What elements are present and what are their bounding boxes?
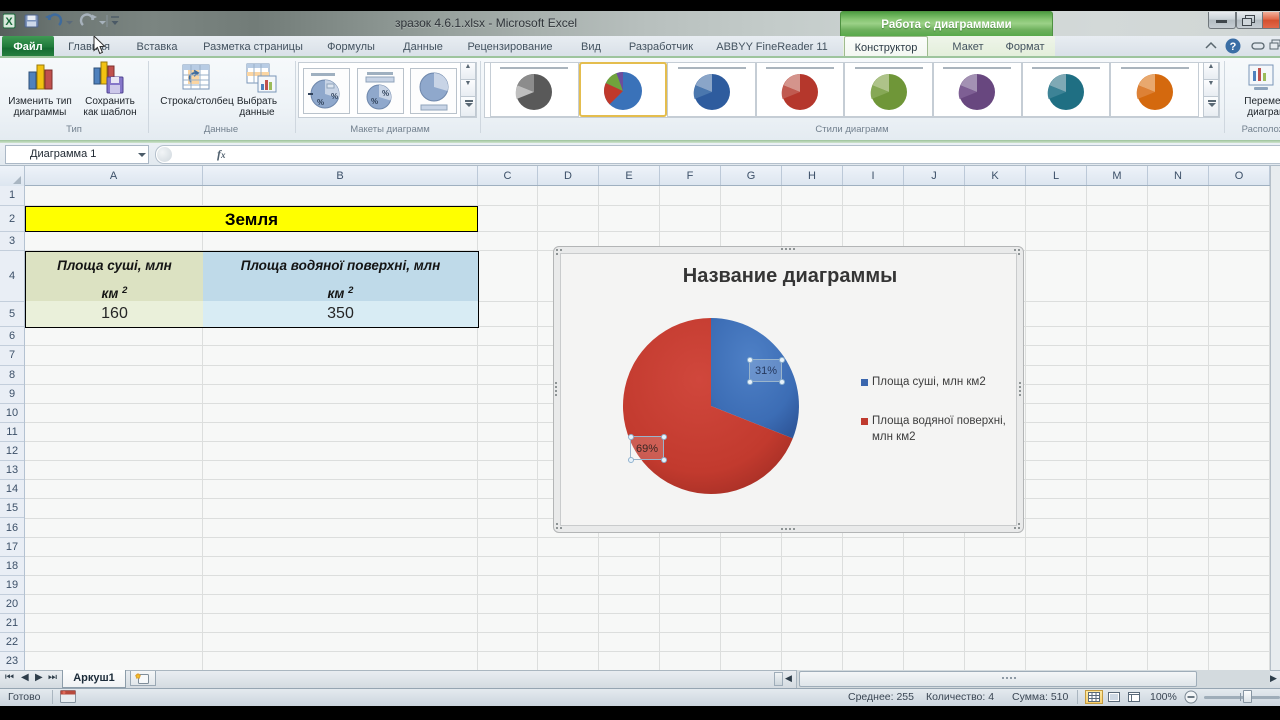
svg-text:%: % — [317, 98, 324, 107]
svg-text:%: % — [382, 89, 389, 98]
svg-text:%: % — [371, 97, 378, 106]
svg-text:%: % — [331, 92, 338, 101]
svg-text:X: X — [5, 16, 13, 28]
svg-text:?: ? — [1230, 41, 1237, 53]
